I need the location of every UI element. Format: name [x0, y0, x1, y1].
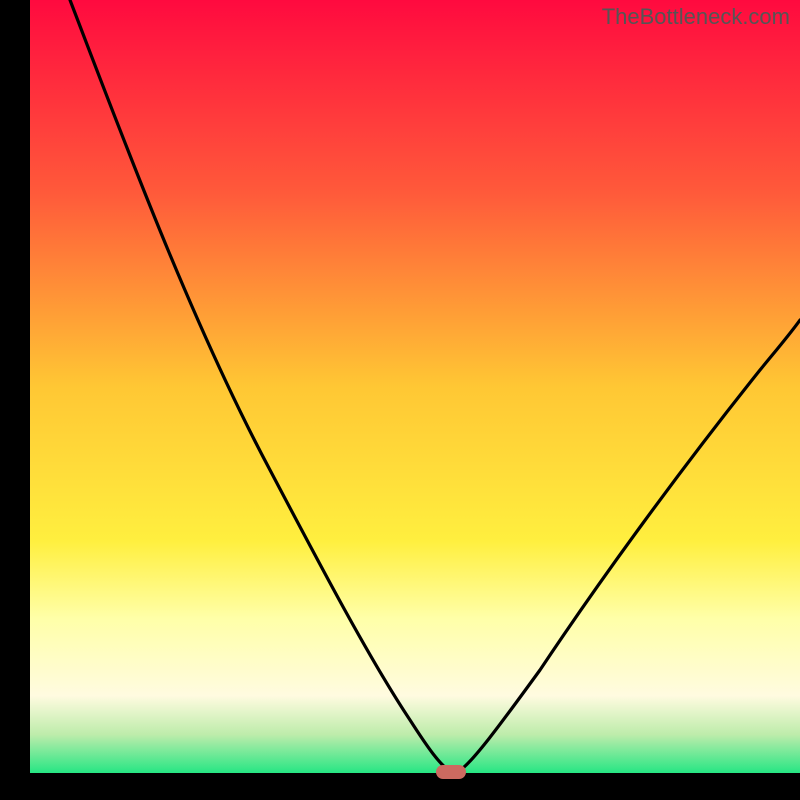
watermark-text: TheBottleneck.com [602, 4, 790, 30]
optimal-marker [436, 765, 466, 779]
frame-left [0, 0, 30, 800]
plot-background [30, 0, 800, 773]
chart-container: TheBottleneck.com [0, 0, 800, 800]
bottleneck-chart [0, 0, 800, 800]
frame-bottom [0, 773, 800, 800]
